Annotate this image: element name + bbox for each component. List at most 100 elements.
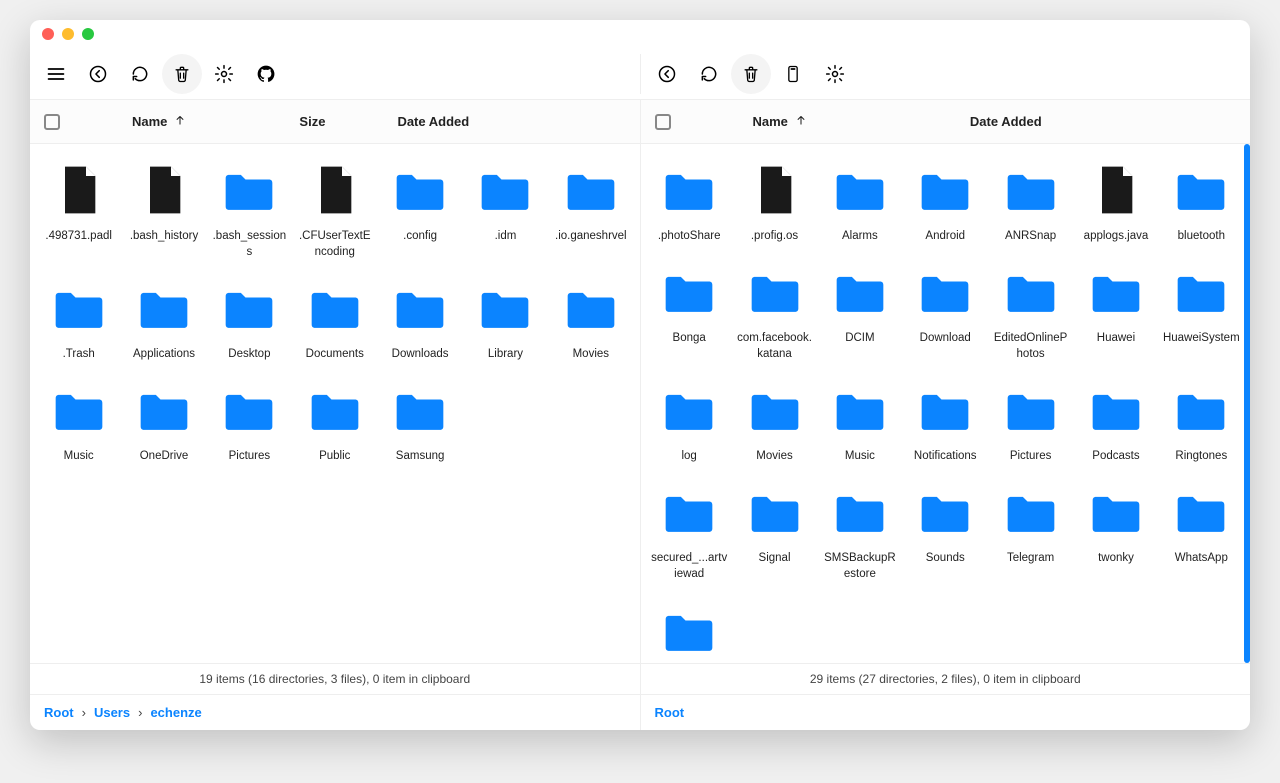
folder-item[interactable]: Music — [36, 382, 121, 464]
folder-item[interactable]: Downloads — [377, 280, 462, 362]
folder-icon — [307, 382, 363, 438]
folder-item[interactable]: Signal — [732, 484, 817, 582]
item-label: Samsung — [396, 448, 445, 464]
breadcrumb-item[interactable]: Users — [94, 705, 130, 720]
item-label: com.facebook.katana — [736, 330, 813, 362]
file-grid[interactable]: .photoShare .profig.osAlarmsAndroidANRSna… — [641, 144, 1251, 663]
item-label: Huawei — [1097, 330, 1135, 346]
folder-item[interactable]: Sounds — [903, 484, 988, 582]
folder-icon — [221, 162, 277, 218]
column-date[interactable]: Date Added — [397, 114, 469, 129]
item-label: .bash_sessions — [211, 228, 288, 260]
breadcrumb-item[interactable]: Root — [44, 705, 74, 720]
folder-item[interactable]: WhatsApp — [1159, 484, 1244, 582]
folder-icon — [917, 484, 973, 540]
folder-item[interactable]: Public — [292, 382, 377, 464]
folder-item[interactable]: HuaweiSystem — [1159, 264, 1244, 362]
pane-left: Name Size Date Added .498731.padl.bash_h… — [30, 100, 640, 663]
column-name[interactable]: Name — [753, 113, 808, 130]
folder-item[interactable]: com.facebook.katana — [732, 264, 817, 362]
zoom-window-icon[interactable] — [82, 28, 94, 40]
folder-item[interactable]: Huawei — [1073, 264, 1158, 362]
folder-item[interactable]: Music — [817, 382, 902, 464]
back-button[interactable] — [647, 54, 687, 94]
column-size[interactable]: Size — [299, 114, 325, 129]
item-label: Notifications — [914, 448, 977, 464]
folder-item[interactable]: Applications — [121, 280, 206, 362]
folder-item[interactable]: Bonga — [647, 264, 732, 362]
folder-item[interactable]: Documents — [292, 280, 377, 362]
item-label: Bonga — [673, 330, 706, 346]
settings-button[interactable] — [815, 54, 855, 94]
folder-item[interactable]: Movies — [732, 382, 817, 464]
delete-button[interactable] — [731, 54, 771, 94]
file-item[interactable]: .profig.os — [732, 162, 817, 244]
folder-item[interactable]: .Trash — [36, 280, 121, 362]
folder-item[interactable]: Samsung — [377, 382, 462, 464]
folder-icon — [1003, 484, 1059, 540]
menu-button[interactable] — [36, 54, 76, 94]
item-label: Downloads — [392, 346, 449, 362]
folder-item[interactable]: Desktop — [207, 280, 292, 362]
settings-button[interactable] — [204, 54, 244, 94]
folder-item[interactable]: Podcasts — [1073, 382, 1158, 464]
folder-item[interactable]: log — [647, 382, 732, 464]
folder-item[interactable]: Ringtones — [1159, 382, 1244, 464]
folder-item[interactable]: .config — [377, 162, 462, 260]
folder-item[interactable]: .idm — [463, 162, 548, 260]
pane-right: Name Date Added .photoShare .profig.osAla… — [640, 100, 1251, 663]
folder-item[interactable]: .bash_sessions — [207, 162, 292, 260]
folder-item[interactable]: Telegram — [988, 484, 1073, 582]
column-date[interactable]: Date Added — [970, 114, 1042, 129]
folder-item[interactable]: Notifications — [903, 382, 988, 464]
back-button[interactable] — [78, 54, 118, 94]
breadcrumb-item[interactable]: echenze — [150, 705, 201, 720]
folder-item[interactable]: Library — [463, 280, 548, 362]
folder-item[interactable]: Pictures — [207, 382, 292, 464]
sort-asc-icon — [173, 113, 187, 130]
folder-item[interactable]: Download — [903, 264, 988, 362]
item-label: OneDrive — [140, 448, 189, 464]
github-button[interactable] — [246, 54, 286, 94]
folder-item[interactable]: Alarms — [817, 162, 902, 244]
folder-item[interactable]: bluetooth — [1159, 162, 1244, 244]
refresh-button[interactable] — [689, 54, 729, 94]
breadcrumb-row: Root›Users›echenze Root — [30, 694, 1250, 730]
folder-item[interactable]: ANRSnap — [988, 162, 1073, 244]
folder-item[interactable] — [647, 603, 732, 663]
file-item[interactable]: .CFUserTextEncoding — [292, 162, 377, 260]
folder-item[interactable]: Android — [903, 162, 988, 244]
refresh-button[interactable] — [120, 54, 160, 94]
status-row: 19 items (16 directories, 3 files), 0 it… — [30, 664, 1250, 694]
folder-item[interactable]: Movies — [548, 280, 633, 362]
item-label: Pictures — [229, 448, 271, 464]
folder-item[interactable]: secured_...artviewad — [647, 484, 732, 582]
storage-button[interactable] — [773, 54, 813, 94]
column-label: Name — [753, 114, 788, 129]
file-item[interactable]: .498731.padl — [36, 162, 121, 260]
file-item[interactable]: .bash_history — [121, 162, 206, 260]
file-icon — [136, 162, 192, 218]
folder-item[interactable]: Pictures — [988, 382, 1073, 464]
folder-item[interactable]: EditedOnlinePhotos — [988, 264, 1073, 362]
item-label: .photoShare — [658, 228, 721, 244]
column-name[interactable]: Name — [132, 113, 187, 130]
folder-item[interactable]: OneDrive — [121, 382, 206, 464]
delete-button[interactable] — [162, 54, 202, 94]
file-grid[interactable]: .498731.padl.bash_history.bash_sessions.… — [30, 144, 640, 663]
close-window-icon[interactable] — [42, 28, 54, 40]
folder-item[interactable]: .io.ganeshrvel — [548, 162, 633, 260]
scrollbar[interactable] — [1244, 144, 1250, 663]
folder-item[interactable]: SMSBackupRestore — [817, 484, 902, 582]
select-all-checkbox[interactable] — [655, 114, 671, 130]
folder-item[interactable]: .photoShare — [647, 162, 732, 244]
file-item[interactable]: applogs.java — [1073, 162, 1158, 244]
folder-item[interactable]: twonky — [1073, 484, 1158, 582]
minimize-window-icon[interactable] — [62, 28, 74, 40]
folder-icon — [1088, 382, 1144, 438]
folder-item[interactable]: DCIM — [817, 264, 902, 362]
breadcrumb-item[interactable]: Root — [655, 705, 685, 720]
item-label: .io.ganeshrvel — [555, 228, 627, 244]
select-all-checkbox[interactable] — [44, 114, 60, 130]
folder-icon — [1003, 382, 1059, 438]
